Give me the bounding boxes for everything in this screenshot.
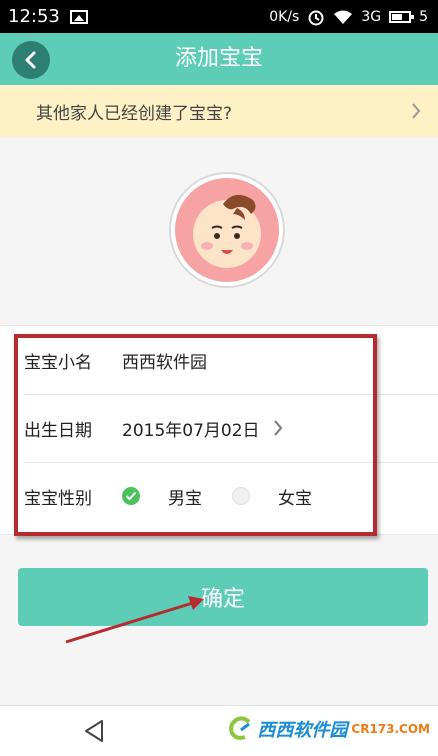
wifi-icon <box>334 10 353 24</box>
baby-face-icon <box>175 178 279 282</box>
annotation-arrow <box>65 596 204 644</box>
status-time: 12:53 <box>8 6 60 27</box>
status-bar: 12:53 0K/s 3G 5 <box>0 0 438 33</box>
watermark-logo-icon <box>229 716 251 740</box>
page-title: 添加宝宝 <box>174 46 263 71</box>
existing-baby-text: 其他家人已经创建了宝宝? <box>36 103 233 124</box>
watermark-main-text: 西西软件园 <box>257 720 348 741</box>
existing-baby-banner[interactable]: 其他家人已经创建了宝宝? <box>0 85 438 137</box>
alarm-icon <box>308 10 324 25</box>
network-speed: 0K/s <box>269 8 300 25</box>
annotation-highlight-box <box>14 334 377 536</box>
watermark: 西西软件园 CR173.COM <box>227 716 430 742</box>
battery-level: 5 <box>419 8 428 25</box>
watermark-sub-text: CR173.COM <box>351 722 430 736</box>
baby-avatar[interactable] <box>169 172 285 288</box>
chevron-left-icon <box>25 51 36 69</box>
back-button[interactable] <box>12 41 50 79</box>
chevron-right-icon <box>412 103 421 119</box>
battery-icon <box>389 10 415 23</box>
network-type: 3G <box>361 8 382 25</box>
image-notification-icon <box>69 9 88 24</box>
app-bar: 添加宝宝 <box>0 33 438 85</box>
triangle-back-icon[interactable] <box>82 718 106 744</box>
